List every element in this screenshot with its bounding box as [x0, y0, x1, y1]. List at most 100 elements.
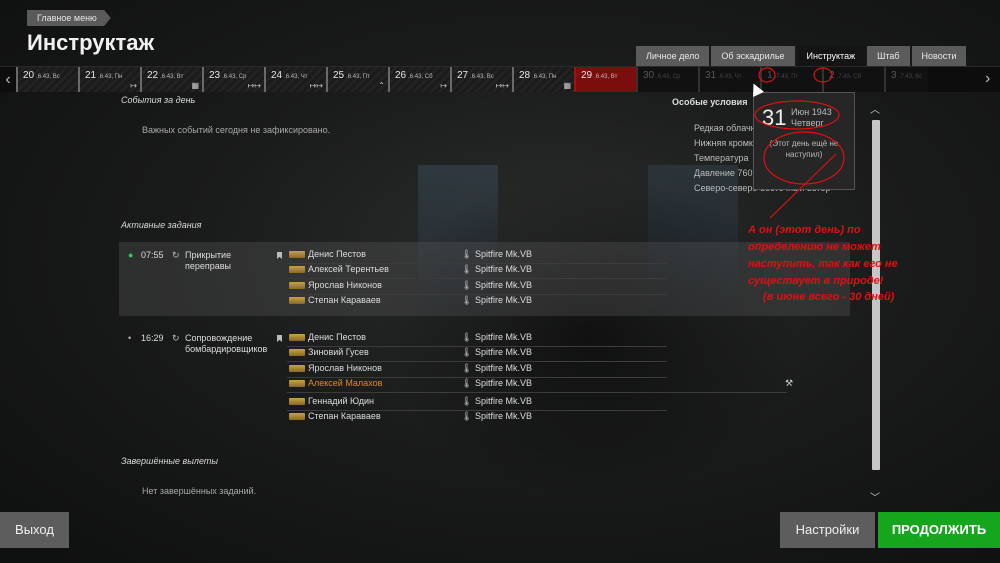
day-cell[interactable]: 21.6.43, Пн ↦: [78, 67, 140, 92]
pilot-name: Алексей Малахов: [308, 378, 383, 388]
scroll-down-chevron-icon[interactable]: ﹀: [870, 489, 880, 504]
day-cell-current[interactable]: 29.6.43, Вт: [574, 67, 636, 92]
aircraft-name: Spitfire Mk.VB: [475, 295, 533, 305]
aircraft-name: Spitfire Mk.VB: [475, 411, 533, 421]
tab-headquarters[interactable]: Штаб: [867, 46, 910, 66]
aircraft-name: Spitfire Mk.VB: [475, 249, 533, 259]
mission-name: Прикрытие переправы: [185, 250, 232, 271]
scrollbar-thumb[interactable]: [872, 120, 880, 470]
rank-insignia-icon: [289, 398, 305, 405]
crew-row[interactable]: Денис Пестов 🌡 Spitfire Mk.VB: [287, 248, 667, 264]
tab-bar: Личное дело Об эскадрилье Инструктаж Шта…: [636, 46, 967, 66]
date-tooltip: 31 Июн 1943 Четверг (Этот день ещё не на…: [753, 92, 855, 190]
crew-row[interactable]: Степан Караваев 🌡 Spitfire Mk.VB: [287, 294, 667, 309]
thermometer-icon: 🌡: [461, 347, 473, 357]
thermometer-icon: 🌡: [461, 249, 473, 259]
day-cell[interactable]: 26.6.43, Сб ↦: [388, 67, 450, 92]
timeline-left-arrow-icon[interactable]: ‹: [0, 67, 16, 92]
tab-news[interactable]: Новости: [911, 46, 967, 66]
pilot-name: Геннадий Юдин: [308, 396, 374, 406]
day-cell[interactable]: 27.6.43, Вс ↦↦: [450, 67, 512, 92]
crew-row[interactable]: Алексей Терентьев 🌡 Spitfire Mk.VB: [287, 263, 667, 279]
mission-time: 07:55: [141, 250, 164, 260]
rank-insignia-icon: [289, 365, 305, 372]
crew-row[interactable]: Ярослав Никонов 🌡 Spitfire Mk.VB: [287, 279, 667, 295]
crew-row[interactable]: Геннадий Юдин 🌡 Spitfire Mk.VB: [287, 395, 667, 411]
events-text: Важных событий сегодня не зафиксировано.: [142, 125, 331, 135]
rank-insignia-icon: [289, 266, 305, 273]
settings-button[interactable]: Настройки: [780, 512, 875, 548]
pilot-name: Степан Караваев: [308, 411, 381, 421]
route-icon: ↦↦: [495, 81, 509, 90]
calendar-icon: ▦: [563, 81, 571, 90]
day-cell-future[interactable]: 1.7.43, Пт: [760, 67, 822, 92]
crew-row[interactable]: Денис Пестов 🌡 Spitfire Mk.VB: [287, 331, 667, 347]
crew-row[interactable]: Степан Караваев 🌡 Spitfire Mk.VB: [287, 410, 667, 425]
date-timeline: ‹ 20.6.43, Вс 21.6.43, Пн ↦ 22.6.43, Вт ▦ …: [0, 66, 1000, 92]
crew-row[interactable]: Зиновий Гусев 🌡 Spitfire Mk.VB: [287, 346, 667, 362]
pilot-name: Ярослав Никонов: [308, 363, 382, 373]
scroll-up-chevron-icon[interactable]: ︿: [870, 101, 880, 116]
day-cell[interactable]: 24.6.43, Чт ↦↦: [264, 67, 326, 92]
aircraft-name: Spitfire Mk.VB: [475, 347, 533, 357]
day-cell[interactable]: 20.6.43, Вс: [16, 67, 78, 92]
day-cell-future[interactable]: 3.7.43, Вс: [884, 67, 928, 92]
mission-type-icon: ↻: [172, 250, 180, 260]
wrench-icon[interactable]: ⚒: [785, 378, 793, 389]
rank-insignia-icon: [289, 297, 305, 304]
aircraft-name: Spitfire Mk.VB: [475, 280, 533, 290]
route-icon: ↦: [440, 81, 447, 90]
thermometer-icon: 🌡: [461, 411, 473, 421]
tab-personal-file[interactable]: Личное дело: [636, 46, 710, 66]
thermometer-icon: 🌡: [461, 332, 473, 342]
tab-briefing[interactable]: Инструктаж: [796, 46, 866, 66]
rank-insignia-icon: [289, 413, 305, 420]
tooltip-weekday: Четверг: [791, 118, 824, 128]
pilot-name: Зиновий Гусев: [308, 347, 369, 357]
timeline-right-arrow-icon[interactable]: ›: [985, 66, 990, 91]
aircraft-name: Spitfire Mk.VB: [475, 264, 533, 274]
tooltip-month: Июн 1943: [791, 107, 832, 117]
day-cell[interactable]: 22.6.43, Вт ▦: [140, 67, 202, 92]
continue-button[interactable]: ПРОДОЛЖИТЬ: [878, 512, 1000, 548]
rank-insignia-icon: [289, 251, 305, 258]
calendar-icon: ▦: [191, 81, 199, 90]
active-missions-header: Активные задания: [121, 220, 202, 230]
day-cell[interactable]: 23.6.43, Ср ↦↦: [202, 67, 264, 92]
crew-row[interactable]: Алексей Малахов 🌡 Spitfire Mk.VB ⚒: [287, 377, 793, 393]
aircraft-name: Spitfire Mk.VB: [475, 378, 533, 388]
thermometer-icon: 🌡: [461, 363, 473, 373]
pilot-name: Денис Пестов: [308, 332, 366, 342]
day-cell-future[interactable]: 30.6.43, Ср: [636, 67, 698, 92]
tooltip-day: 31: [762, 105, 787, 130]
pilot-name: Алексей Терентьев: [308, 264, 389, 274]
page-title: Инструктаж: [27, 30, 155, 55]
mission-status-dot-icon: ●: [128, 250, 134, 260]
crew-row[interactable]: Ярослав Никонов 🌡 Spitfire Mk.VB: [287, 362, 667, 378]
rank-insignia-icon: [289, 380, 305, 387]
tab-squadron[interactable]: Об эскадрилье: [711, 46, 795, 66]
completed-text: Нет завершённых заданий.: [142, 486, 257, 496]
route-icon: ↦↦: [247, 81, 261, 90]
breadcrumb-main-menu[interactable]: Главное меню: [27, 10, 111, 26]
aircraft-name: Spitfire Mk.VB: [475, 396, 533, 406]
rank-up-icon: ⌃: [378, 81, 385, 90]
day-cell[interactable]: 28.6.43, Пн ▦: [512, 67, 574, 92]
pilot-name: Денис Пестов: [308, 249, 366, 259]
mission-time: 16:29: [141, 333, 164, 343]
day-cell[interactable]: 25.6.43, Пт ⌃: [326, 67, 388, 92]
thermometer-icon: 🌡: [461, 295, 473, 305]
mission-1[interactable]: ● 07:55 ↻ Прикрытие переправы Денис Пест…: [119, 242, 850, 316]
day-cell-future[interactable]: 2.7.43, Сб: [822, 67, 884, 92]
aircraft-name: Spitfire Mk.VB: [475, 332, 533, 342]
pilot-name: Ярослав Никонов: [308, 280, 382, 290]
mission-2[interactable]: • 16:29 ↻ Сопровождение бомбардировщиков…: [119, 328, 850, 428]
bookmark-icon: [277, 252, 282, 259]
exit-button[interactable]: Выход: [0, 512, 69, 548]
aircraft-name: Spitfire Mk.VB: [475, 363, 533, 373]
mission-status-dot-icon: •: [128, 333, 132, 343]
tooltip-note: (Этот день ещё не наступил): [769, 139, 839, 159]
thermometer-icon: 🌡: [461, 264, 473, 274]
thermometer-icon: 🌡: [461, 378, 473, 388]
completed-header: Завершённые вылеты: [121, 456, 218, 466]
